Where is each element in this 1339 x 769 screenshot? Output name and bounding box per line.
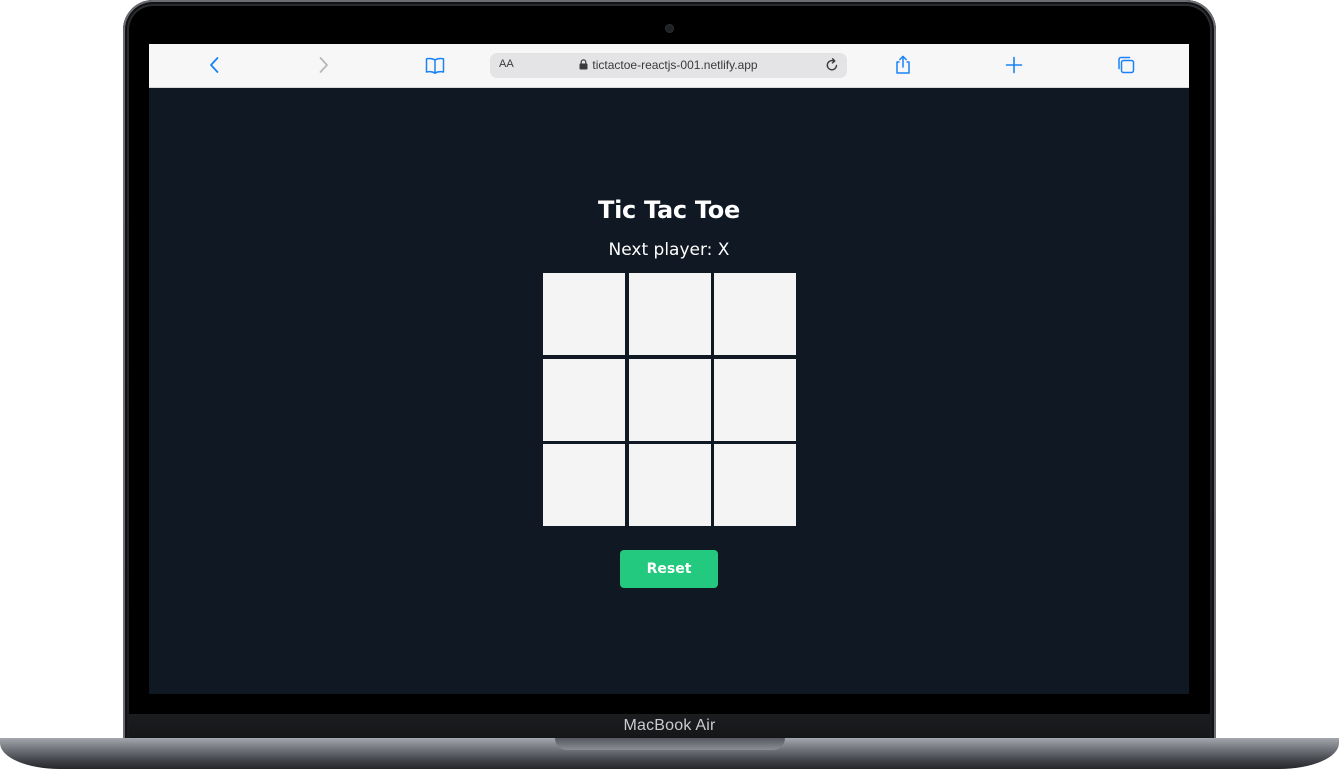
device-label: MacBook Air xyxy=(623,717,716,734)
back-icon[interactable] xyxy=(204,54,226,76)
safari-toolbar: AA tictactoe-reactjs-001.netlify.app xyxy=(149,44,1189,88)
board-cell-5[interactable] xyxy=(628,358,711,441)
lock-icon xyxy=(579,59,588,73)
laptop-mockup: AA tictactoe-reactjs-001.netlify.app Tic… xyxy=(0,0,1339,769)
browser-window: AA tictactoe-reactjs-001.netlify.app Tic… xyxy=(149,44,1189,694)
reload-icon[interactable] xyxy=(823,56,841,78)
address-bar[interactable]: AA tictactoe-reactjs-001.netlify.app xyxy=(490,53,847,78)
url-display[interactable]: tictactoe-reactjs-001.netlify.app xyxy=(490,58,847,73)
next-player-status: Next player: X xyxy=(608,240,730,260)
board-cell-8[interactable] xyxy=(628,444,711,526)
board-cell-9[interactable] xyxy=(714,444,796,526)
board-cell-4[interactable] xyxy=(543,358,625,441)
board-cell-3[interactable] xyxy=(714,273,796,355)
reset-button[interactable]: Reset xyxy=(620,550,718,588)
new-tab-icon[interactable] xyxy=(1003,54,1025,76)
tabs-icon[interactable] xyxy=(1115,54,1137,76)
board-cell-2[interactable] xyxy=(628,273,711,355)
bookmarks-icon[interactable] xyxy=(424,54,446,76)
game-board xyxy=(543,273,796,526)
laptop-hinge-notch xyxy=(555,738,785,750)
board-cell-7[interactable] xyxy=(543,444,625,526)
camera-icon xyxy=(666,25,673,32)
url-text: tictactoe-reactjs-001.netlify.app xyxy=(592,58,758,72)
game-title: Tic Tac Toe xyxy=(598,196,740,224)
board-cell-1[interactable] xyxy=(543,273,625,355)
board-cell-6[interactable] xyxy=(714,358,796,441)
forward-icon[interactable] xyxy=(312,54,334,76)
share-icon[interactable] xyxy=(892,54,914,76)
